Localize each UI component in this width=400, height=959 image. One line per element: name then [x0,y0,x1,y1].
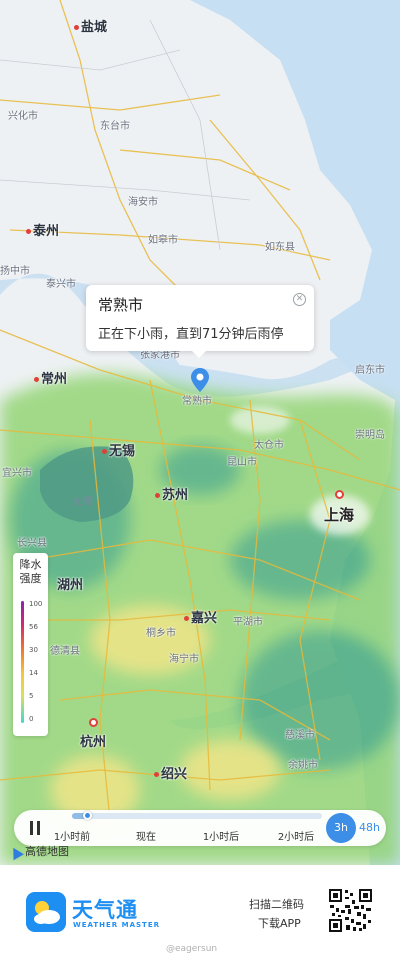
location-popup[interactable]: 常熟市 正在下小雨，直到71分钟后雨停 ✕ [86,285,314,358]
city-label: 德清县 [50,646,80,657]
capital-dot-icon [88,718,98,727]
popup-title: 常熟市 [98,296,144,314]
city-label: 盐城 [74,16,107,35]
location-pin-icon[interactable] [191,368,209,392]
city-label: 泰兴市 [46,279,76,290]
amap-logo-icon [8,844,24,860]
city-label: 余姚市 [288,760,318,771]
legend-tick: 0 [29,715,34,723]
legend-tick: 5 [29,692,34,700]
city-label: 东台市 [100,121,130,132]
city-label: 崇明岛 [355,430,385,441]
city-dot-icon [102,449,107,454]
city-label: 绍兴 [154,763,187,782]
timeline-label-plus-1h: 1小时后 [202,832,240,843]
weather-app-icon [26,892,66,932]
city-label: 如皋市 [148,235,178,246]
legend-tick: 100 [29,600,43,608]
legend-color-bar [21,601,24,723]
city-label: 太仓市 [254,440,284,451]
map-base-layer [0,0,400,865]
city-label: 昆山市 [227,457,257,468]
city-dot-icon [26,229,31,234]
city-label: 扬中市 [0,266,30,277]
city-label: 平湖市 [233,617,263,628]
popup-rain-forecast: 正在下小雨，直到71分钟后雨停 [98,327,284,342]
city-label: 兴化市 [8,111,38,122]
city-label: 海宁市 [169,654,199,665]
app-footer: 天气通 WEATHER MASTER 扫描二维码 下载APP @eagersun [0,865,400,959]
city-label: 湖州 [57,578,84,593]
city-dot-icon [184,616,189,621]
timeline-label-now: 现在 [136,832,156,843]
city-label: 长兴县 [17,538,47,549]
legend-tick: 14 [29,669,38,677]
scan-hint-line2: 下载APP [258,917,301,930]
close-circle-icon[interactable]: ✕ [293,293,306,306]
pause-icon[interactable] [30,821,42,835]
watermark: @eagersun [166,944,218,954]
city-label: 嘉兴 [184,607,217,626]
timeline-label-minus-1h: 1小时前 [53,832,91,843]
city-label: 海安市 [128,197,158,208]
timeline-thumb[interactable] [83,811,92,820]
city-label: 上海 [324,486,354,525]
precipitation-legend: 降水强度 100 56 30 14 5 0 [13,553,48,736]
city-dot-icon [155,493,160,498]
city-label: 无锡 [102,440,135,459]
city-dot-icon [154,772,159,777]
legend-tick: 30 [29,646,38,654]
city-label: 常州 [34,368,67,387]
scan-hint-line1: 扫描二维码 [249,898,304,911]
capital-dot-icon [334,490,344,499]
range-48h-button[interactable]: 48h [359,821,380,834]
city-label: 常熟市 [182,396,212,407]
city-dot-icon [34,377,39,382]
timeline-track[interactable] [72,811,322,820]
map-provider-logo: 高德地图 [8,843,69,860]
city-label: 桐乡市 [146,628,176,639]
legend-title: 降水强度 [19,558,42,585]
weather-map[interactable]: 盐城 兴化市 东台市 海安市 泰州 如皋市 如东县 扬中市 泰兴市 常州 启东市… [0,0,400,865]
timeline-label-plus-2h: 2小时后 [277,832,315,843]
range-3h-button[interactable]: 3h [326,813,356,843]
lake-label: 太湖 [72,497,92,508]
city-label: 慈溪市 [285,730,315,741]
radar-timeline[interactable]: 1小时前 现在 1小时后 2小时后 3h 48h [14,810,386,846]
city-label: 泰州 [26,220,59,239]
qr-code-icon[interactable] [328,888,373,933]
city-label: 如东县 [265,242,295,253]
city-label: 苏州 [155,484,188,503]
city-label: 启东市 [355,365,385,376]
app-subtitle: WEATHER MASTER [73,921,160,929]
city-label: 杭州 [80,716,106,750]
city-label: 宜兴市 [2,468,32,479]
app-name: 天气通 [72,898,138,922]
city-dot-icon [74,25,79,30]
legend-tick: 56 [29,623,38,631]
